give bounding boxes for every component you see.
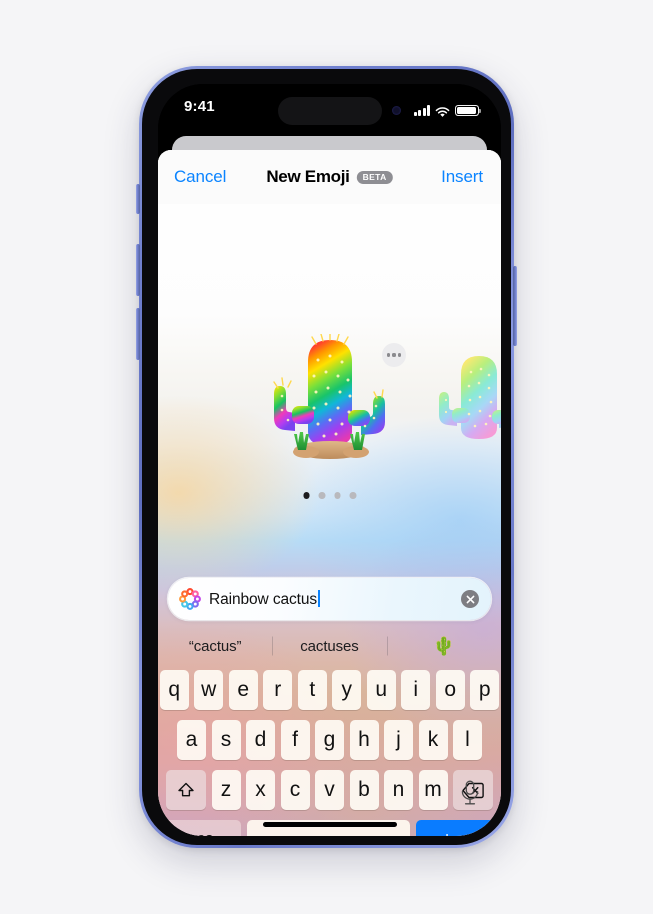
predictive-suggestion-bar: “cactus” cactuses 🌵 (158, 626, 501, 666)
key-n[interactable]: n (384, 770, 413, 810)
emoji-description-field[interactable]: Rainbow cactus (168, 578, 491, 620)
dynamic-island (277, 97, 382, 125)
shift-arrow-icon[interactable] (166, 770, 206, 810)
emoji-description-field-container: Rainbow cactus (168, 578, 491, 620)
key-v[interactable]: v (315, 770, 344, 810)
cancel-button[interactable]: Cancel (174, 167, 226, 187)
page-indicator-dots[interactable] (303, 492, 356, 499)
key-m[interactable]: m (418, 770, 448, 810)
suggestion-literal[interactable]: “cactus” (158, 638, 272, 655)
page-dot[interactable] (349, 492, 356, 499)
home-indicator[interactable] (262, 822, 397, 827)
key-b[interactable]: b (349, 770, 379, 810)
page-dot[interactable] (334, 492, 341, 499)
key-x[interactable]: x (246, 770, 275, 810)
keyboard-row-2: a s d f g h j k l (158, 720, 501, 760)
emoji-description-input[interactable]: Rainbow cactus (209, 589, 447, 609)
insert-button[interactable]: Insert (441, 167, 483, 187)
sheet-navigation-bar: Cancel New Emoji BETA Insert (158, 150, 501, 204)
beta-badge: BETA (356, 170, 393, 184)
action-button[interactable] (136, 184, 140, 214)
key-j[interactable]: j (384, 720, 413, 760)
status-bar: 9:41 (158, 84, 501, 142)
done-button[interactable]: done (416, 820, 498, 836)
phone-screen: 9:41 Cancel New Emoji BETA Insert Rainbo… (158, 84, 501, 836)
text-cursor (318, 589, 321, 607)
suggestion-word[interactable]: cactuses (272, 638, 386, 655)
genmoji-sparkle-icon (179, 588, 201, 610)
key-f[interactable]: f (280, 720, 310, 760)
key-l[interactable]: l (453, 720, 482, 760)
suggestion-emoji[interactable]: 🌵 (387, 636, 501, 657)
rainbow-cactus-emoji[interactable] (266, 332, 394, 466)
emoji-preview-carousel[interactable] (158, 204, 501, 524)
page-dot[interactable] (318, 492, 325, 499)
phone-bezel: 9:41 Cancel New Emoji BETA Insert Rainbo… (142, 69, 511, 845)
key-h[interactable]: h (349, 720, 379, 760)
pastel-cactus-emoji[interactable] (435, 350, 501, 450)
phone-device-frame: 9:41 Cancel New Emoji BETA Insert Rainbo… (136, 66, 517, 848)
navbar-title-group: New Emoji BETA (266, 167, 393, 187)
front-camera-icon (391, 106, 401, 115)
volume-up-button[interactable] (136, 244, 140, 296)
clear-circle-icon[interactable] (461, 590, 479, 608)
key-q[interactable]: q (159, 670, 189, 710)
battery-icon (455, 104, 482, 116)
status-indicators (413, 102, 482, 117)
power-button[interactable] (513, 266, 517, 346)
key-i[interactable]: i (401, 670, 431, 710)
key-o[interactable]: o (435, 670, 465, 710)
key-z[interactable]: z (211, 770, 241, 810)
key-e[interactable]: e (228, 670, 258, 710)
page-title: New Emoji (266, 167, 350, 186)
software-keyboard: q w e r t y u i o p a s d f g h j k l z … (158, 666, 501, 836)
new-emoji-sheet: Cancel New Emoji BETA Insert Rainbow cac… (158, 150, 501, 836)
keyboard-row-1: q w e r t y u i o p (158, 670, 501, 710)
numeric-keyboard-button[interactable]: 123 (161, 820, 241, 836)
key-t[interactable]: t (297, 670, 327, 710)
key-u[interactable]: u (366, 670, 396, 710)
key-s[interactable]: s (211, 720, 241, 760)
microphone-icon[interactable] (459, 780, 481, 806)
key-k[interactable]: k (418, 720, 448, 760)
cellular-signal-icon (413, 105, 430, 116)
key-d[interactable]: d (246, 720, 275, 760)
key-a[interactable]: a (177, 720, 206, 760)
screenshot-stage: 9:41 Cancel New Emoji BETA Insert Rainbo… (0, 0, 653, 914)
key-y[interactable]: y (332, 670, 362, 710)
key-w[interactable]: w (194, 670, 224, 710)
wifi-icon (435, 105, 450, 117)
key-p[interactable]: p (470, 670, 500, 710)
field-value-text: Rainbow cactus (209, 590, 318, 608)
key-c[interactable]: c (280, 770, 310, 810)
key-r[interactable]: r (263, 670, 293, 710)
page-dot[interactable] (303, 492, 310, 499)
volume-down-button[interactable] (136, 308, 140, 360)
key-g[interactable]: g (315, 720, 344, 760)
keyboard-row-3: z x c v b n m (158, 770, 501, 810)
status-time: 9:41 (184, 98, 215, 115)
